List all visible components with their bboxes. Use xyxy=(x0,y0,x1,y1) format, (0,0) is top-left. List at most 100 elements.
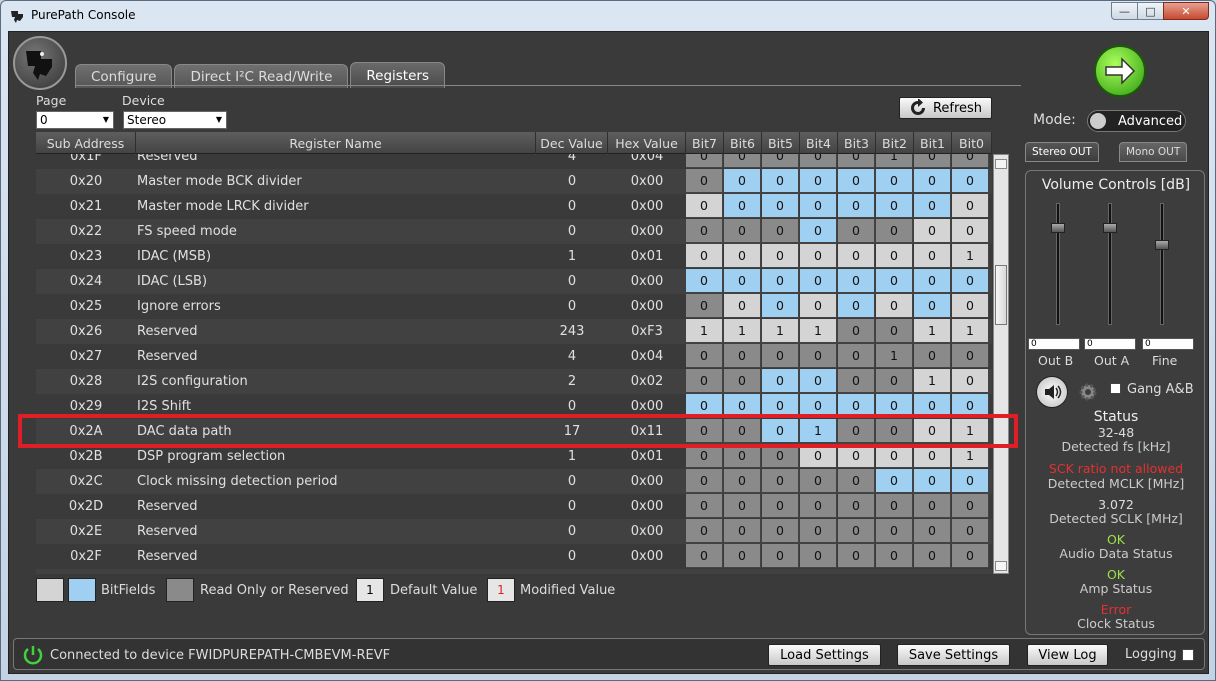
bit-cell[interactable]: 0 xyxy=(686,344,723,368)
bit-cell[interactable]: 0 xyxy=(838,544,875,568)
bit-cell[interactable]: 0 xyxy=(838,194,875,218)
bit-cell[interactable]: 0 xyxy=(838,369,875,393)
scroll-down-button[interactable] xyxy=(995,561,1007,571)
bit-cell[interactable]: 0 xyxy=(914,219,951,243)
load-settings-button[interactable]: Load Settings xyxy=(768,644,881,666)
bit-cell[interactable]: 0 xyxy=(914,294,951,318)
bit-cell[interactable]: 0 xyxy=(686,269,723,293)
mode-toggle[interactable]: Advanced xyxy=(1087,110,1186,132)
go-arrow-button[interactable] xyxy=(1094,45,1146,97)
bit-cell[interactable]: 0 xyxy=(952,294,989,318)
bit-cell[interactable]: 0 xyxy=(914,519,951,543)
bit-cell[interactable]: 0 xyxy=(952,369,989,393)
column-header[interactable]: Bit0 xyxy=(952,132,992,154)
table-row[interactable]: 0x21 Master mode LRCK divider 0 0x00 0 0 0 0 0 0 0… xyxy=(36,194,992,219)
bit-cell[interactable]: 0 xyxy=(876,244,913,268)
bit-cell[interactable]: 0 xyxy=(724,269,761,293)
volume-slider-track[interactable] xyxy=(1108,203,1112,325)
bit-cell[interactable]: 0 xyxy=(876,269,913,293)
scroll-up-button[interactable] xyxy=(995,159,1007,169)
bit-cell[interactable]: 0 xyxy=(800,244,837,268)
bit-cell[interactable]: 0 xyxy=(762,544,799,568)
view-log-button[interactable]: View Log xyxy=(1027,644,1108,666)
table-scrollbar[interactable] xyxy=(993,154,1009,574)
bit-cell[interactable]: 0 xyxy=(876,519,913,543)
bit-cell[interactable]: 0 xyxy=(686,494,723,518)
table-row[interactable]: 0x2D Reserved 0 0x00 0 0 0 0 0 0 0 0 xyxy=(36,494,992,519)
bit-cell[interactable]: 1 xyxy=(762,319,799,343)
volume-slider-knob[interactable] xyxy=(1103,223,1117,234)
bit-cell[interactable]: 0 xyxy=(800,194,837,218)
bit-cell[interactable]: 0 xyxy=(724,469,761,493)
bit-cell[interactable]: 0 xyxy=(686,244,723,268)
column-header[interactable]: Bit5 xyxy=(762,132,800,154)
volume-slider-knob[interactable] xyxy=(1155,240,1169,251)
column-header[interactable]: Dec Value xyxy=(536,132,608,154)
scroll-thumb[interactable] xyxy=(995,265,1007,325)
bit-cell[interactable]: 0 xyxy=(800,269,837,293)
table-row[interactable]: 0x28 I2S configuration 2 0x02 0 0 0 0 0 0 1 0 xyxy=(36,369,992,394)
bit-cell[interactable]: 0 xyxy=(762,169,799,193)
bit-cell[interactable]: 0 xyxy=(914,544,951,568)
close-button[interactable]: ✕ xyxy=(1163,2,1209,20)
tab-mono-out[interactable]: Mono OUT xyxy=(1119,142,1188,162)
bit-cell[interactable]: 0 xyxy=(838,469,875,493)
bit-cell[interactable]: 0 xyxy=(876,494,913,518)
bit-cell[interactable]: 0 xyxy=(876,544,913,568)
bit-cell[interactable]: 0 xyxy=(762,269,799,293)
bit-cell[interactable]: 0 xyxy=(876,194,913,218)
gang-checkbox[interactable] xyxy=(1110,383,1121,394)
bit-cell[interactable]: 0 xyxy=(762,344,799,368)
volume-slider-knob[interactable] xyxy=(1051,223,1065,234)
column-header[interactable]: Hex Value xyxy=(608,132,686,154)
bit-cell[interactable]: 0 xyxy=(838,344,875,368)
minimize-button[interactable]: — xyxy=(1111,2,1138,20)
table-row[interactable]: 0x26 Reserved 243 0xF3 1 1 1 1 0 0 1 1 xyxy=(36,319,992,344)
bit-cell[interactable]: 0 xyxy=(914,244,951,268)
bit-cell[interactable]: 0 xyxy=(686,519,723,543)
bit-cell[interactable]: 0 xyxy=(800,369,837,393)
bit-cell[interactable]: 0 xyxy=(876,319,913,343)
bit-cell[interactable]: 0 xyxy=(686,194,723,218)
bit-cell[interactable]: 0 xyxy=(800,494,837,518)
table-row[interactable]: 0x27 Reserved 4 0x04 0 0 0 0 0 1 0 0 xyxy=(36,344,992,369)
bit-cell[interactable]: 0 xyxy=(838,494,875,518)
volume-value-input[interactable]: 0 xyxy=(1084,338,1136,350)
bit-cell[interactable]: 1 xyxy=(876,344,913,368)
column-header[interactable]: Bit7 xyxy=(686,132,724,154)
speaker-button[interactable] xyxy=(1036,376,1068,408)
bit-cell[interactable]: 0 xyxy=(952,169,989,193)
bit-cell[interactable]: 0 xyxy=(952,269,989,293)
bit-cell[interactable]: 0 xyxy=(800,219,837,243)
gear-icon[interactable] xyxy=(1076,380,1100,404)
bit-cell[interactable]: 0 xyxy=(838,219,875,243)
bit-cell[interactable]: 0 xyxy=(800,469,837,493)
bit-cell[interactable]: 0 xyxy=(686,169,723,193)
bit-cell[interactable]: 0 xyxy=(838,169,875,193)
bit-cell[interactable]: 0 xyxy=(686,469,723,493)
bit-cell[interactable]: 0 xyxy=(724,519,761,543)
bit-cell[interactable]: 1 xyxy=(914,369,951,393)
bit-cell[interactable]: 0 xyxy=(876,469,913,493)
bit-cell[interactable]: 0 xyxy=(762,244,799,268)
refresh-button[interactable]: Refresh xyxy=(899,97,992,119)
bit-cell[interactable]: 0 xyxy=(952,494,989,518)
bit-cell[interactable]: 0 xyxy=(914,194,951,218)
bit-cell[interactable]: 0 xyxy=(686,219,723,243)
bit-cell[interactable]: 0 xyxy=(952,544,989,568)
bit-cell[interactable]: 0 xyxy=(724,294,761,318)
column-header[interactable]: Bit2 xyxy=(876,132,914,154)
bit-cell[interactable]: 1 xyxy=(724,319,761,343)
table-row[interactable]: 0x2F Reserved 0 0x00 0 0 0 0 0 0 0 0 xyxy=(36,544,992,569)
bit-cell[interactable]: 0 xyxy=(838,294,875,318)
volume-slider-track[interactable] xyxy=(1160,203,1164,325)
volume-value-input[interactable]: 0 xyxy=(1028,338,1080,350)
bit-cell[interactable]: 0 xyxy=(724,169,761,193)
page-select[interactable]: 0 ▼ xyxy=(36,111,114,129)
bit-cell[interactable]: 0 xyxy=(800,544,837,568)
bit-cell[interactable]: 0 xyxy=(724,194,761,218)
bit-cell[interactable]: 0 xyxy=(838,519,875,543)
bit-cell[interactable]: 0 xyxy=(838,244,875,268)
bit-cell[interactable]: 0 xyxy=(952,519,989,543)
bit-cell[interactable]: 0 xyxy=(724,219,761,243)
